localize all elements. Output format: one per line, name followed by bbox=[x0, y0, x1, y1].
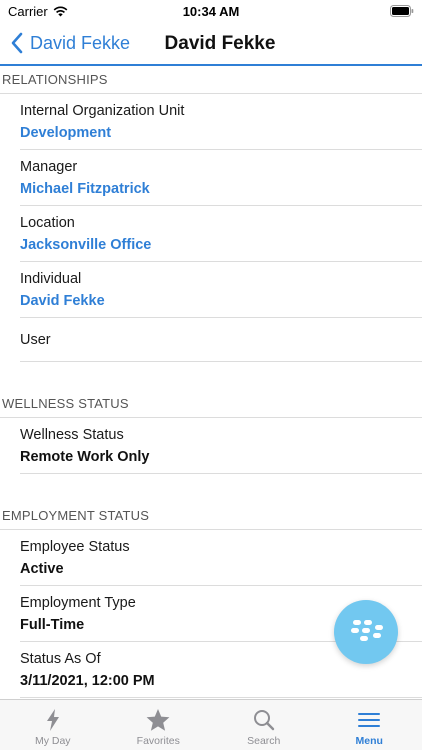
field-label: Wellness Status bbox=[20, 427, 124, 443]
tab-my-day[interactable]: My Day bbox=[0, 700, 106, 750]
blackberry-logo-icon bbox=[351, 620, 383, 641]
status-bar: Carrier 10:34 AM bbox=[0, 0, 422, 24]
star-icon bbox=[146, 709, 170, 731]
field-value-link[interactable]: Michael Fitzpatrick bbox=[20, 179, 422, 199]
tab-label: Menu bbox=[355, 735, 383, 747]
field-row-wellness-status: Wellness Status Remote Work Only bbox=[20, 418, 422, 474]
tab-label: Search bbox=[247, 735, 281, 747]
field-row-internal-org-unit[interactable]: Internal Organization Unit Development bbox=[20, 94, 422, 150]
field-label: Internal Organization Unit bbox=[20, 103, 185, 119]
field-label: Individual bbox=[20, 271, 82, 287]
field-value: 3/11/2021, 12:00 PM bbox=[20, 673, 155, 689]
section-header-wellness: WELLNESS STATUS bbox=[0, 396, 422, 418]
field-row-location[interactable]: Location Jacksonville Office bbox=[20, 206, 422, 262]
field-row-user[interactable]: User bbox=[20, 318, 422, 362]
field-row-manager[interactable]: Manager Michael Fitzpatrick bbox=[20, 150, 422, 206]
tab-label: My Day bbox=[34, 735, 71, 747]
status-time: 10:34 AM bbox=[182, 4, 240, 19]
field-value-link[interactable]: David Fekke bbox=[20, 291, 422, 311]
tab-search[interactable]: Search bbox=[211, 700, 317, 750]
menu-icon bbox=[358, 713, 381, 727]
bolt-icon bbox=[46, 709, 59, 731]
field-value-link[interactable]: Development bbox=[20, 123, 422, 143]
navigation-bar: David Fekke David Fekke bbox=[0, 24, 422, 66]
tab-favorites[interactable]: Favorites bbox=[106, 700, 212, 750]
field-label: Employee Status bbox=[20, 539, 130, 555]
field-value: Active bbox=[20, 561, 64, 577]
field-label: User bbox=[20, 331, 51, 348]
tab-label: Favorites bbox=[136, 735, 180, 747]
field-value: Remote Work Only bbox=[20, 449, 150, 465]
tab-menu[interactable]: Menu bbox=[317, 700, 422, 750]
blackberry-action-button[interactable] bbox=[334, 600, 398, 664]
page-title: David Fekke bbox=[164, 33, 276, 54]
search-icon bbox=[253, 710, 274, 731]
field-value-link[interactable]: Jacksonville Office bbox=[20, 235, 422, 255]
tab-bar: My Day Favorites Search Menu bbox=[0, 699, 422, 750]
field-row-employee-status: Employee Status Active bbox=[20, 530, 422, 586]
section-header-employment: EMPLOYMENT STATUS bbox=[0, 508, 422, 530]
field-row-individual[interactable]: Individual David Fekke bbox=[20, 262, 422, 318]
battery-icon bbox=[390, 5, 414, 17]
field-label: Manager bbox=[20, 159, 78, 175]
section-header-relationships: RELATIONSHIPS bbox=[0, 66, 422, 94]
field-label: Location bbox=[20, 215, 75, 231]
